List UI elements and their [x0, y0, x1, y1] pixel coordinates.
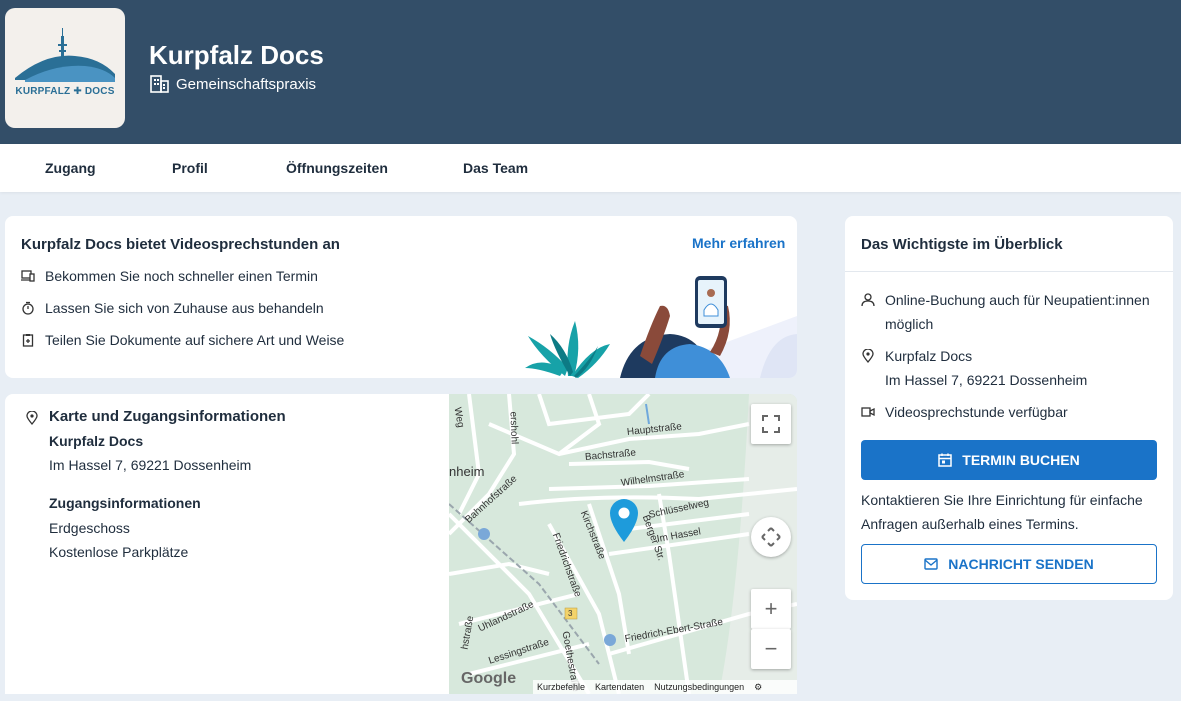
devices-icon — [21, 270, 35, 282]
access-info-item: Kostenlose Parkplätze — [49, 544, 189, 560]
send-message-button[interactable]: NACHRICHT SENDEN — [861, 544, 1157, 584]
terms-link[interactable]: Nutzungsbedingungen — [654, 682, 744, 692]
overview-video: Videosprechstunde verfügbar — [861, 400, 1161, 424]
location-address: Im Hassel 7, 69221 Dossenheim — [885, 372, 1088, 388]
keyboard-shortcuts-link[interactable]: Kurzbefehle — [537, 682, 585, 692]
map-access-card: Karte und Zugangsinformationen Kurpfalz … — [5, 394, 797, 694]
location-name: Kurpfalz Docs — [885, 348, 973, 364]
map-marker-icon[interactable] — [607, 496, 641, 544]
street-label: nheim — [449, 464, 485, 479]
video-consultation-card: Kurpfalz Docs bietet Videosprechstunden … — [5, 216, 797, 378]
location-pin-icon — [862, 349, 874, 363]
practice-name-label: Kurpfalz Docs — [49, 433, 144, 449]
tab-zugang[interactable]: Zugang — [45, 160, 96, 176]
tower-hill-logo-icon — [15, 28, 115, 82]
access-info-item: Erdgeschoss — [49, 520, 130, 536]
route-number: 3 — [568, 609, 573, 618]
stopwatch-icon — [22, 301, 34, 315]
access-info: Karte und Zugangsinformationen Kurpfalz … — [5, 394, 449, 694]
benefit-text: Teilen Sie Dokumente auf sichere Art und… — [45, 332, 345, 348]
map-pan-control[interactable] — [751, 517, 791, 557]
zoom-out-button[interactable]: − — [751, 629, 791, 669]
message-button-label: NACHRICHT SENDEN — [948, 556, 1094, 572]
practice-type: Gemeinschaftspraxis — [150, 75, 316, 93]
street-label: ershohl — [507, 411, 520, 445]
benefit-text: Lassen Sie sich von Zuhause aus behandel… — [45, 300, 324, 316]
plus-icon: + — [764, 596, 778, 621]
practice-logo: KURPFALZ ✚ DOCS — [5, 8, 125, 128]
benefit-item: Lassen Sie sich von Zuhause aus behandel… — [21, 300, 324, 316]
map-section-title: Karte und Zugangsinformationen — [49, 408, 286, 425]
fullscreen-button[interactable] — [751, 404, 791, 444]
practice-name: Kurpfalz Docs — [149, 40, 324, 70]
video-available-text: Videosprechstunde verfügbar — [885, 404, 1068, 420]
clipboard-icon — [22, 334, 34, 347]
tab-oeffnungszeiten[interactable]: Öffnungszeiten — [286, 160, 388, 176]
practice-type-label: Gemeinschaftspraxis — [176, 75, 317, 93]
benefit-item: Bekommen Sie noch schneller einen Termin — [21, 268, 318, 284]
map-data-link[interactable]: Kartendaten — [595, 682, 644, 692]
book-appointment-button[interactable]: TERMIN BUCHEN — [861, 440, 1157, 480]
access-info-title: Zugangsinformationen — [49, 495, 201, 511]
practice-header: KURPFALZ ✚ DOCS Kurpfalz Docs Gemeinscha… — [0, 0, 1181, 144]
tab-profil[interactable]: Profil — [172, 160, 208, 176]
map-footer: Kurzbefehle Kartendaten Nutzungsbedingun… — [533, 680, 797, 694]
gear-icon[interactable]: ⚙ — [754, 682, 762, 693]
booking-text: Online-Buchung auch für Neupatient:innen… — [885, 292, 1150, 332]
tab-das-team[interactable]: Das Team — [463, 160, 528, 176]
location-pin-icon — [26, 411, 38, 425]
benefit-text: Bekommen Sie noch schneller einen Termin — [45, 268, 318, 284]
pan-arrows-icon — [761, 527, 781, 547]
zoom-in-button[interactable]: + — [751, 589, 791, 629]
google-map[interactable]: Weg ershohl Hauptstraße Bachstraße Wilhe… — [449, 394, 797, 694]
logo-text: KURPFALZ ✚ DOCS — [15, 86, 115, 97]
book-button-label: TERMIN BUCHEN — [962, 452, 1080, 468]
more-info-link[interactable]: Mehr erfahren — [692, 235, 785, 251]
map-streets-layer — [449, 394, 797, 694]
minus-icon: − — [764, 636, 778, 661]
envelope-icon — [924, 558, 938, 570]
calendar-icon — [938, 453, 953, 467]
overview-title: Das Wichtigste im Überblick — [861, 236, 1063, 253]
video-consultation-illustration — [525, 276, 797, 378]
person-icon — [861, 293, 875, 307]
overview-card: Das Wichtigste im Überblick Online-Buchu… — [845, 216, 1173, 600]
overview-booking: Online-Buchung auch für Neupatient:innen… — [861, 288, 1161, 336]
video-card-title: Kurpfalz Docs bietet Videosprechstunden … — [21, 236, 340, 253]
video-camera-icon — [861, 407, 875, 417]
building-icon — [150, 75, 169, 93]
contact-text: Kontaktieren Sie Ihre Einrichtung für ei… — [861, 492, 1143, 532]
practice-address: Im Hassel 7, 69221 Dossenheim — [49, 457, 252, 473]
divider — [845, 271, 1173, 272]
profile-nav: Zugang Profil Öffnungszeiten Das Team — [0, 144, 1181, 192]
google-logo: Google — [461, 670, 517, 687]
fullscreen-icon — [762, 415, 780, 433]
overview-location: Kurpfalz Docs Im Hassel 7, 69221 Dossenh… — [861, 344, 1161, 392]
benefit-item: Teilen Sie Dokumente auf sichere Art und… — [21, 332, 344, 348]
